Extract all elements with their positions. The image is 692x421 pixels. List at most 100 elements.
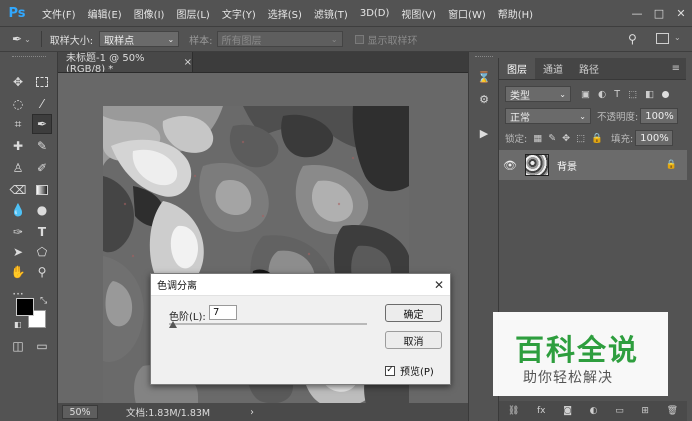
menu-select[interactable]: 选择(S) [262, 6, 308, 21]
blur-tool-icon[interactable]: 💧 [8, 200, 28, 220]
sample-size-select[interactable]: 取样点 ⌄ [99, 31, 180, 47]
lock-artboard-icon[interactable]: ⬚ [576, 133, 585, 144]
panel-menu-icon[interactable]: ≡ [672, 58, 680, 79]
chevron-down-icon: ⌄ [330, 34, 338, 44]
status-menu-arrow[interactable]: › [250, 407, 254, 418]
menu-type[interactable]: 文字(Y) [216, 6, 262, 21]
eraser-tool-icon[interactable]: ⌫ [8, 180, 28, 200]
lasso-tool-icon[interactable]: ◌ [8, 94, 28, 114]
visibility-eye-icon[interactable]: 👁 [499, 159, 521, 172]
watermark-subtitle: 助你轻松解决 [523, 370, 613, 386]
filter-smart-object-icon[interactable]: ◧ [645, 89, 654, 100]
maximize-button[interactable]: □ [648, 7, 670, 20]
zoom-level-field[interactable]: 50% [62, 405, 98, 419]
close-icon[interactable]: ✕ [434, 278, 444, 292]
ok-button[interactable]: 确定 [385, 304, 442, 322]
filter-type-icon[interactable]: T [614, 89, 620, 100]
menu-3d[interactable]: 3D(D) [354, 8, 396, 19]
blend-mode-select[interactable]: 正常 ⌄ [505, 108, 591, 124]
cancel-button[interactable]: 取消 [385, 331, 442, 349]
menu-file[interactable]: 文件(F) [36, 6, 82, 21]
shape-tool-icon[interactable]: ⬠ [32, 242, 52, 262]
lock-row: 锁定: ▦ ✎ ✥ ⬚ 🔒 填充: 100% [505, 130, 681, 146]
marquee-tool-icon[interactable] [32, 72, 52, 92]
menu-window[interactable]: 窗口(W) [442, 6, 492, 21]
sample-select[interactable]: 所有图层 ⌄ [216, 31, 343, 47]
brush-tool-icon[interactable]: ✎ [32, 136, 52, 156]
tab-channels[interactable]: 通道 [535, 58, 571, 79]
fill-field[interactable]: 100% [635, 130, 674, 146]
opacity-field[interactable]: 100% [640, 108, 679, 124]
search-icon[interactable]: ⚲ [628, 32, 637, 46]
link-layers-icon[interactable]: ⛓ [508, 406, 519, 416]
menu-image[interactable]: 图像(I) [128, 6, 171, 21]
dodge-tool-icon[interactable]: ● [32, 200, 52, 220]
lock-transparent-icon[interactable]: ▦ [533, 133, 542, 144]
layers-panel-tabs: 图层 通道 路径 ≡ [499, 58, 686, 80]
chevron-down-icon[interactable]: ⌄ [674, 33, 681, 42]
add-mask-icon[interactable]: ◙ [563, 406, 572, 416]
path-selection-tool-icon[interactable]: ➤ [8, 242, 28, 262]
menu-help[interactable]: 帮助(H) [492, 6, 539, 21]
levels-input[interactable]: 7 [209, 305, 237, 320]
workspace-icon[interactable] [656, 33, 669, 44]
filter-pixel-icon[interactable]: ▣ [581, 89, 590, 100]
default-colors-icon[interactable]: ◧ [14, 320, 22, 329]
fill-label: 填充: [610, 134, 634, 145]
screen-mode-icon[interactable]: ▭ [32, 336, 52, 356]
layer-row-background[interactable]: 👁 背景 🔒 [499, 150, 687, 180]
healing-brush-tool-icon[interactable]: ✚ [8, 136, 28, 156]
eyedropper-tool-icon[interactable]: ✒ [32, 114, 52, 134]
filter-kind-select[interactable]: 类型 ⌄ [505, 86, 571, 102]
filter-adjustment-icon[interactable]: ◐ [598, 89, 606, 100]
menu-view[interactable]: 视图(V) [395, 6, 442, 21]
menu-filter[interactable]: 滤镜(T) [308, 6, 354, 21]
tab-layers[interactable]: 图层 [499, 58, 535, 79]
lock-image-icon[interactable]: ✎ [548, 133, 556, 144]
swap-colors-icon[interactable]: ⤡ [40, 296, 47, 306]
preview-option[interactable]: ✓ 预览(P) [385, 363, 434, 378]
lock-all-icon[interactable]: 🔒 [591, 133, 603, 144]
menu-layer[interactable]: 图层(L) [170, 6, 215, 21]
magic-wand-tool-icon[interactable]: ⁄ [32, 94, 52, 114]
fill-value: 100% [640, 132, 669, 144]
clone-stamp-tool-icon[interactable]: ♙ [8, 158, 28, 178]
document-tab[interactable]: 未标题-1 @ 50%(RGB/8) * × [58, 52, 193, 75]
new-group-icon[interactable]: ▭ [615, 406, 624, 416]
new-adjustment-icon[interactable]: ◐ [590, 406, 598, 416]
close-window-button[interactable]: ✕ [670, 7, 692, 20]
lock-position-icon[interactable]: ✥ [562, 133, 570, 144]
foreground-color-swatch[interactable] [16, 298, 34, 316]
filter-shape-icon[interactable]: ⬚ [628, 89, 637, 100]
eyedropper-preset-icon[interactable]: ✒ [12, 32, 22, 46]
actions-panel-icon[interactable]: ▶ [474, 124, 494, 142]
filter-kind-value: 类型 [510, 90, 530, 102]
preset-dropdown-icon[interactable]: ⌄ [24, 35, 31, 44]
levels-slider-track[interactable] [169, 323, 367, 325]
show-ring-checkbox[interactable] [354, 34, 364, 44]
hand-tool-icon[interactable]: ✋ [8, 262, 28, 282]
opacity-value: 100% [645, 110, 674, 122]
pen-tool-icon[interactable]: ✑ [8, 222, 28, 242]
menu-edit[interactable]: 编辑(E) [82, 6, 128, 21]
crop-tool-icon[interactable]: ⌗ [8, 114, 28, 134]
quick-mask-icon[interactable]: ◫ [8, 336, 28, 356]
minimize-button[interactable]: — [626, 7, 648, 20]
gradient-tool-icon[interactable] [32, 180, 52, 200]
type-tool-icon[interactable]: T [32, 222, 52, 242]
watermark-title: 百科全说 [515, 333, 640, 367]
levels-slider-thumb[interactable] [168, 321, 177, 328]
tab-paths[interactable]: 路径 [571, 58, 607, 79]
new-layer-icon[interactable]: ⊞ [641, 406, 649, 416]
layer-style-icon[interactable]: fx [537, 406, 546, 416]
properties-panel-icon[interactable]: ⚙ [474, 90, 494, 108]
close-tab-icon[interactable]: × [184, 57, 192, 68]
move-tool-icon[interactable]: ✥ [8, 72, 28, 92]
zoom-tool-icon[interactable]: ⚲ [32, 262, 52, 282]
delete-layer-icon[interactable]: 🗑 [667, 406, 678, 416]
preview-checkbox[interactable]: ✓ [385, 365, 395, 376]
filter-toggle-icon[interactable] [662, 90, 670, 98]
history-panel-icon[interactable]: ⌛ [474, 68, 494, 86]
document-info: 文档:1.83M/1.83M [126, 408, 211, 419]
history-brush-tool-icon[interactable]: ✐ [32, 158, 52, 178]
